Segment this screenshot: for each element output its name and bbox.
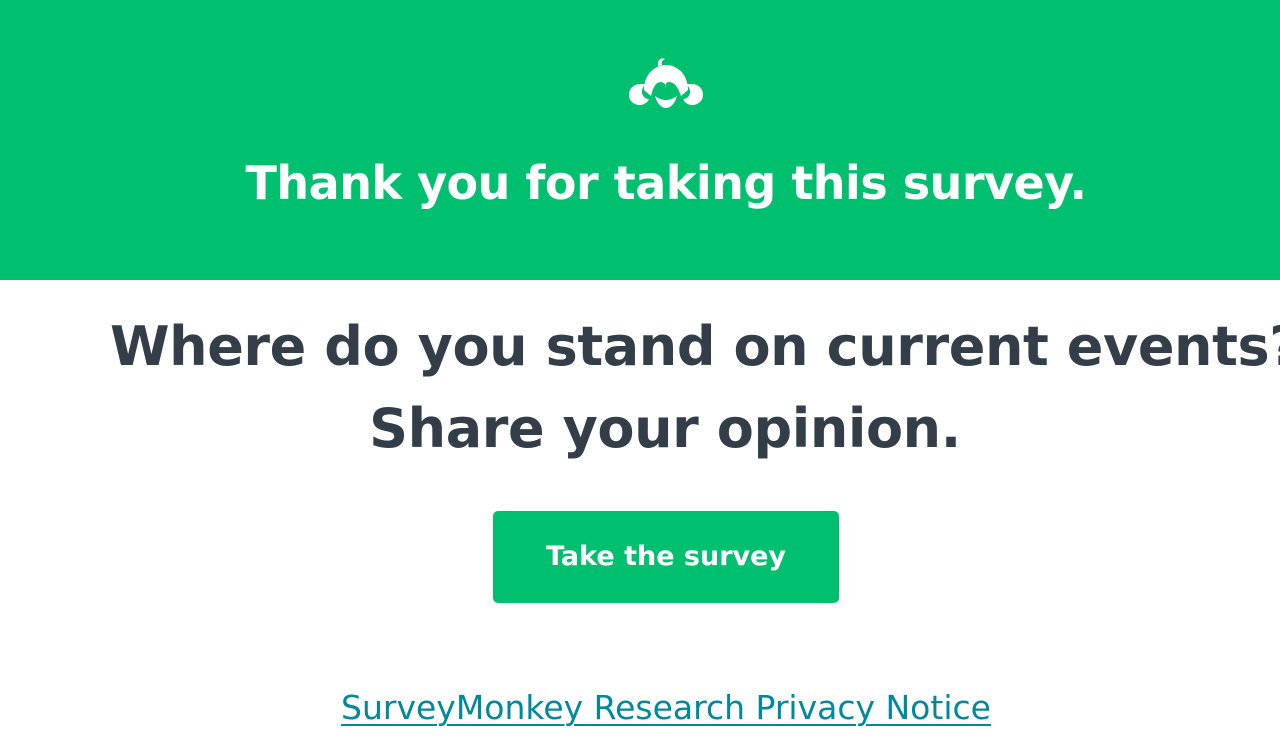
privacy-notice-link[interactable]: SurveyMonkey Research Privacy Notice: [0, 684, 1280, 732]
headline-line-1: Where do you stand on current events?: [110, 315, 1280, 378]
survey-promo-headline: Where do you stand on current events? Sh…: [110, 306, 1280, 470]
surveymonkey-logo-icon: [629, 58, 703, 108]
thank-you-title: Thank you for taking this survey.: [245, 156, 1087, 210]
headline-line-2: Share your opinion.: [369, 397, 961, 460]
header-banner: Thank you for taking this survey.: [0, 0, 1280, 280]
take-survey-button[interactable]: Take the survey: [493, 511, 839, 603]
